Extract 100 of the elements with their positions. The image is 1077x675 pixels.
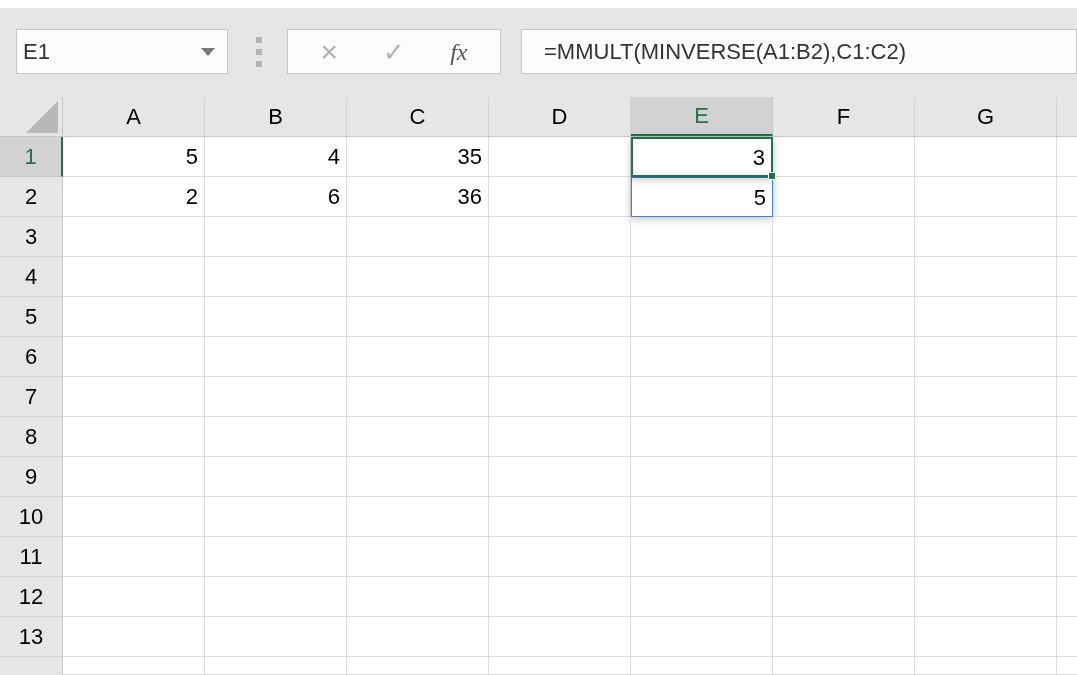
table-cell[interactable] — [205, 337, 347, 377]
table-cell[interactable] — [773, 377, 915, 417]
table-cell[interactable] — [915, 297, 1057, 337]
table-cell[interactable] — [631, 217, 773, 257]
row-header[interactable]: 9 — [0, 457, 63, 497]
row-header[interactable]: 6 — [0, 337, 63, 377]
table-cell[interactable] — [773, 137, 915, 177]
formula-field[interactable]: =MMULT(MINVERSE(A1:B2),C1:C2) — [521, 29, 1077, 74]
row-header[interactable]: 3 — [0, 217, 63, 257]
row-header[interactable]: 11 — [0, 537, 63, 577]
table-cell[interactable] — [205, 297, 347, 337]
table-cell[interactable] — [489, 217, 631, 257]
row-header[interactable]: 10 — [0, 497, 63, 537]
table-cell[interactable] — [489, 617, 631, 657]
select-all-icon[interactable] — [26, 101, 58, 133]
column-header[interactable]: A — [63, 97, 205, 136]
table-cell[interactable]: 36 — [347, 177, 489, 217]
table-cell[interactable] — [205, 577, 347, 617]
column-header[interactable]: E — [631, 97, 773, 136]
table-cell[interactable] — [63, 537, 205, 577]
table-cell[interactable] — [63, 217, 205, 257]
table-cell[interactable] — [63, 577, 205, 617]
table-cell[interactable] — [631, 497, 773, 537]
table-cell[interactable] — [347, 417, 489, 457]
table-cell[interactable] — [915, 497, 1057, 537]
table-cell[interactable] — [63, 417, 205, 457]
table-cell[interactable] — [631, 457, 773, 497]
table-cell[interactable] — [347, 577, 489, 617]
table-cell[interactable] — [489, 257, 631, 297]
table-cell[interactable] — [347, 257, 489, 297]
table-cell[interactable] — [205, 257, 347, 297]
table-cell[interactable] — [489, 457, 631, 497]
table-cell[interactable] — [773, 657, 915, 675]
table-cell[interactable] — [205, 217, 347, 257]
table-cell[interactable]: 35 — [347, 137, 489, 177]
table-cell[interactable] — [347, 297, 489, 337]
table-cell[interactable] — [347, 497, 489, 537]
table-cell[interactable] — [489, 497, 631, 537]
table-cell[interactable] — [631, 417, 773, 457]
table-cell[interactable] — [631, 257, 773, 297]
table-cell[interactable] — [915, 537, 1057, 577]
table-cell[interactable]: 6 — [205, 177, 347, 217]
table-cell[interactable] — [489, 377, 631, 417]
table-cell[interactable] — [63, 257, 205, 297]
table-cell[interactable] — [489, 577, 631, 617]
table-cell[interactable] — [347, 337, 489, 377]
table-cell[interactable] — [205, 537, 347, 577]
table-cell[interactable] — [347, 617, 489, 657]
table-cell[interactable] — [773, 177, 915, 217]
table-cell[interactable] — [631, 577, 773, 617]
table-cell[interactable] — [347, 217, 489, 257]
table-cell[interactable] — [915, 217, 1057, 257]
row-header[interactable]: 13 — [0, 617, 63, 657]
table-cell[interactable] — [915, 617, 1057, 657]
table-cell[interactable] — [347, 657, 489, 675]
row-header[interactable] — [0, 657, 63, 675]
table-cell[interactable] — [63, 337, 205, 377]
table-cell[interactable] — [489, 337, 631, 377]
table-cell[interactable] — [773, 577, 915, 617]
table-cell[interactable] — [773, 457, 915, 497]
table-cell[interactable] — [63, 377, 205, 417]
table-cell[interactable]: 5 — [631, 177, 773, 217]
table-cell[interactable] — [63, 657, 205, 675]
row-header[interactable]: 4 — [0, 257, 63, 297]
fill-handle[interactable] — [768, 172, 776, 180]
table-cell[interactable] — [773, 217, 915, 257]
column-header[interactable]: F — [773, 97, 915, 136]
row-header[interactable]: 1 — [0, 137, 63, 177]
row-header[interactable]: 2 — [0, 177, 63, 217]
table-cell[interactable] — [915, 417, 1057, 457]
table-cell[interactable] — [773, 617, 915, 657]
table-cell[interactable] — [915, 457, 1057, 497]
row-header[interactable]: 5 — [0, 297, 63, 337]
column-header[interactable]: B — [205, 97, 347, 136]
table-cell[interactable] — [205, 497, 347, 537]
table-cell[interactable] — [773, 297, 915, 337]
table-cell[interactable] — [347, 457, 489, 497]
table-cell[interactable] — [205, 457, 347, 497]
table-cell[interactable] — [631, 337, 773, 377]
table-cell[interactable] — [631, 657, 773, 675]
table-cell[interactable] — [63, 457, 205, 497]
table-cell[interactable]: 3 — [631, 137, 773, 177]
table-cell[interactable] — [773, 417, 915, 457]
table-cell[interactable] — [205, 617, 347, 657]
table-cell[interactable] — [915, 657, 1057, 675]
table-cell[interactable] — [773, 537, 915, 577]
column-header[interactable]: C — [347, 97, 489, 136]
table-cell[interactable] — [489, 297, 631, 337]
table-cell[interactable] — [489, 657, 631, 675]
table-cell[interactable] — [915, 257, 1057, 297]
table-cell[interactable]: 2 — [63, 177, 205, 217]
row-header[interactable]: 12 — [0, 577, 63, 617]
table-cell[interactable] — [347, 537, 489, 577]
name-box[interactable]: E1 — [16, 29, 228, 74]
table-cell[interactable] — [631, 297, 773, 337]
table-cell[interactable] — [915, 377, 1057, 417]
table-cell[interactable] — [631, 537, 773, 577]
table-cell[interactable] — [915, 177, 1057, 217]
table-cell[interactable] — [631, 617, 773, 657]
table-cell[interactable] — [205, 657, 347, 675]
